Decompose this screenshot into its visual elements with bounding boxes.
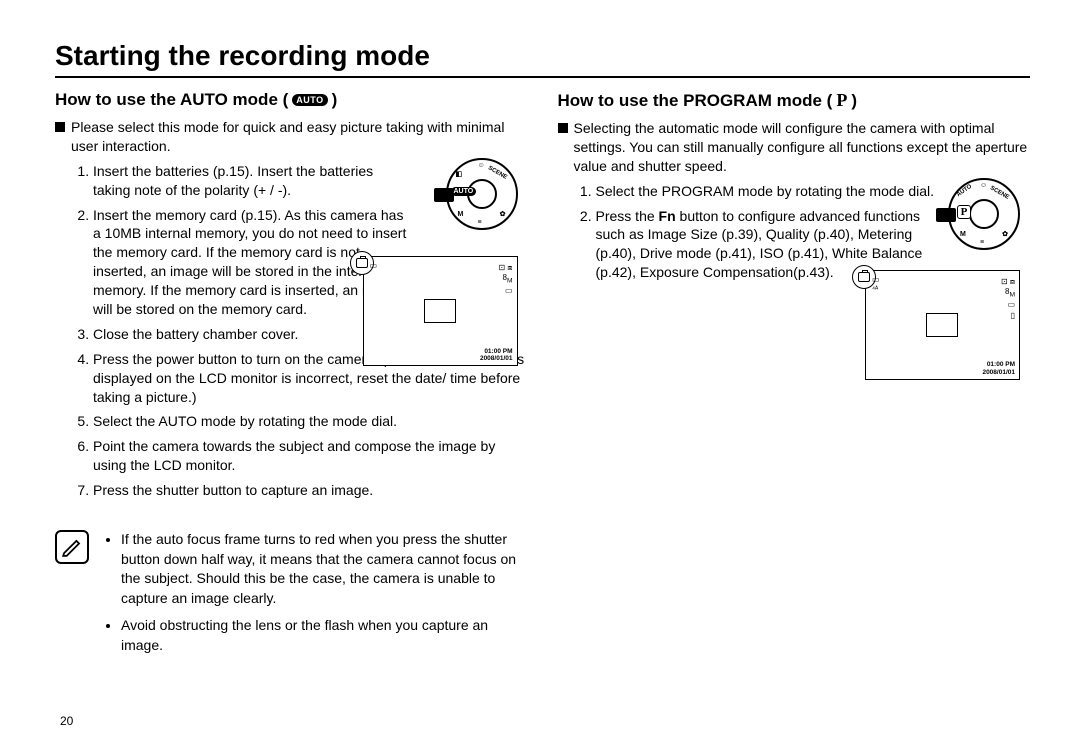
dial-p-label: P <box>957 205 971 219</box>
note-2: Avoid obstructing the lens or the flash … <box>121 617 488 653</box>
program-heading-suffix: ) <box>851 91 857 111</box>
note-1: If the auto focus frame turns to red whe… <box>121 531 516 606</box>
bullet-square-icon <box>55 122 65 132</box>
program-step-1: Select the PROGRAM mode by rotating the … <box>596 183 935 199</box>
auto-steps-block: AUTO ☺ SCENE ✿ ≡ M ◧ ▭ ⊡ ⧈8M▭ 01:00 PM <box>55 162 528 500</box>
auto-badge-icon: AUTO <box>292 94 327 106</box>
lcd-preview-auto: ▭ ⊡ ⧈8M▭ 01:00 PM 2008/01/01 <box>363 256 518 366</box>
note-box: If the auto focus frame turns to red whe… <box>55 530 528 664</box>
lcd-preview-program: ▭⁴ᴬ ⊡ ⧈8M▭▯ 01:00 PM 2008/01/01 <box>865 270 1020 380</box>
auto-step-3: Close the battery chamber cover. <box>93 326 298 342</box>
auto-step-7: Press the shutter button to capture an i… <box>93 482 373 498</box>
lcd-date-program: 2008/01/01 <box>982 369 1015 376</box>
auto-heading: How to use the AUTO mode ( AUTO ) <box>55 90 528 110</box>
lcd-time-program: 01:00 PM <box>982 361 1015 368</box>
auto-intro: Please select this mode for quick and ea… <box>55 118 528 156</box>
bullet-square-icon <box>558 123 568 133</box>
focus-frame-icon <box>424 299 456 323</box>
auto-heading-suffix: ) <box>332 90 338 110</box>
program-intro-text: Selecting the automatic mode will config… <box>574 119 1031 176</box>
auto-step-5: Select the AUTO mode by rotating the mod… <box>93 413 397 429</box>
auto-step-6: Point the camera towards the subject and… <box>93 438 495 473</box>
auto-intro-text: Please select this mode for quick and ea… <box>71 118 528 156</box>
program-steps-block: P ☺ SCENE ✿ ≡ M AUTO ▭⁴ᴬ ⊡ ⧈8M▭▯ 01:00 P… <box>558 182 1031 282</box>
focus-frame-icon <box>926 313 958 337</box>
note-pencil-icon <box>55 530 89 564</box>
mode-dial-figure-program: P ☺ SCENE ✿ ≡ M AUTO <box>948 178 1020 250</box>
note-list: If the auto focus frame turns to red whe… <box>103 530 528 664</box>
lcd-date-auto: 2008/01/01 <box>480 355 513 362</box>
dial-auto-label: AUTO <box>451 187 477 196</box>
auto-mode-section: How to use the AUTO mode ( AUTO ) Please… <box>55 90 528 664</box>
auto-heading-prefix: How to use the AUTO mode ( <box>55 90 288 110</box>
program-heading: How to use the PROGRAM mode ( P ) <box>558 90 1031 111</box>
program-mode-section: How to use the PROGRAM mode ( P ) Select… <box>558 90 1031 664</box>
content-columns: How to use the AUTO mode ( AUTO ) Please… <box>55 90 1030 664</box>
page-title: Starting the recording mode <box>55 40 1030 78</box>
page-number: 20 <box>60 714 73 728</box>
mode-dial-figure-auto: AUTO ☺ SCENE ✿ ≡ M ◧ <box>446 158 518 230</box>
program-heading-prefix: How to use the PROGRAM mode ( <box>558 91 833 111</box>
program-intro: Selecting the automatic mode will config… <box>558 119 1031 176</box>
program-badge-icon: P <box>836 90 847 111</box>
lcd-time-auto: 01:00 PM <box>480 348 513 355</box>
auto-step-1: Insert the batteries (p.15). Insert the … <box>93 163 373 198</box>
